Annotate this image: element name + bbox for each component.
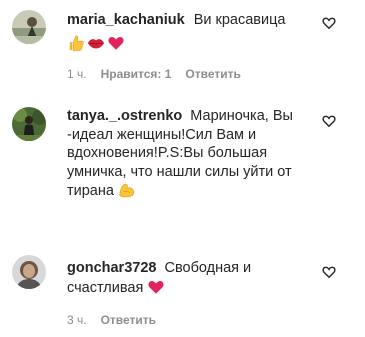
comment-time[interactable]: 3 ч. — [67, 313, 87, 327]
thumbs-up-icon — [69, 35, 84, 51]
comment-meta: 1 ч. Нравится: 1 Ответить — [67, 67, 241, 81]
comment-text-block: tanya._.ostrenko Мариночка, Вы -идеал же… — [67, 107, 315, 201]
avatar[interactable] — [12, 107, 46, 141]
reply-button[interactable]: Ответить — [101, 313, 156, 327]
heart-icon — [148, 280, 164, 294]
comment-username[interactable]: maria_kachaniuk — [67, 12, 185, 28]
like-heart-button[interactable] — [322, 16, 336, 30]
comment-username[interactable]: tanya._.ostrenko — [67, 108, 182, 124]
comment-username[interactable]: gonchar3728 — [67, 260, 156, 276]
like-heart-button[interactable] — [322, 265, 336, 279]
comment-text: Ви красавица — [193, 12, 286, 28]
avatar[interactable] — [12, 255, 46, 289]
like-heart-button[interactable] — [322, 114, 336, 128]
comment-likes-count[interactable]: Нравится: 1 — [101, 67, 172, 81]
emoji-row — [67, 34, 315, 52]
heart-icon — [108, 36, 124, 50]
comment-time[interactable]: 1 ч. — [67, 67, 87, 81]
avatar[interactable] — [12, 10, 46, 44]
comment-meta: 3 ч. Ответить — [67, 313, 156, 327]
lips-icon — [87, 38, 105, 48]
reply-button[interactable]: Ответить — [185, 67, 240, 81]
flexed-biceps-icon — [119, 183, 135, 198]
comment-text-block: gonchar3728 Свободная и счастливая — [67, 259, 315, 297]
comment-text-line: maria_kachaniuk Ви красавица — [67, 11, 315, 30]
